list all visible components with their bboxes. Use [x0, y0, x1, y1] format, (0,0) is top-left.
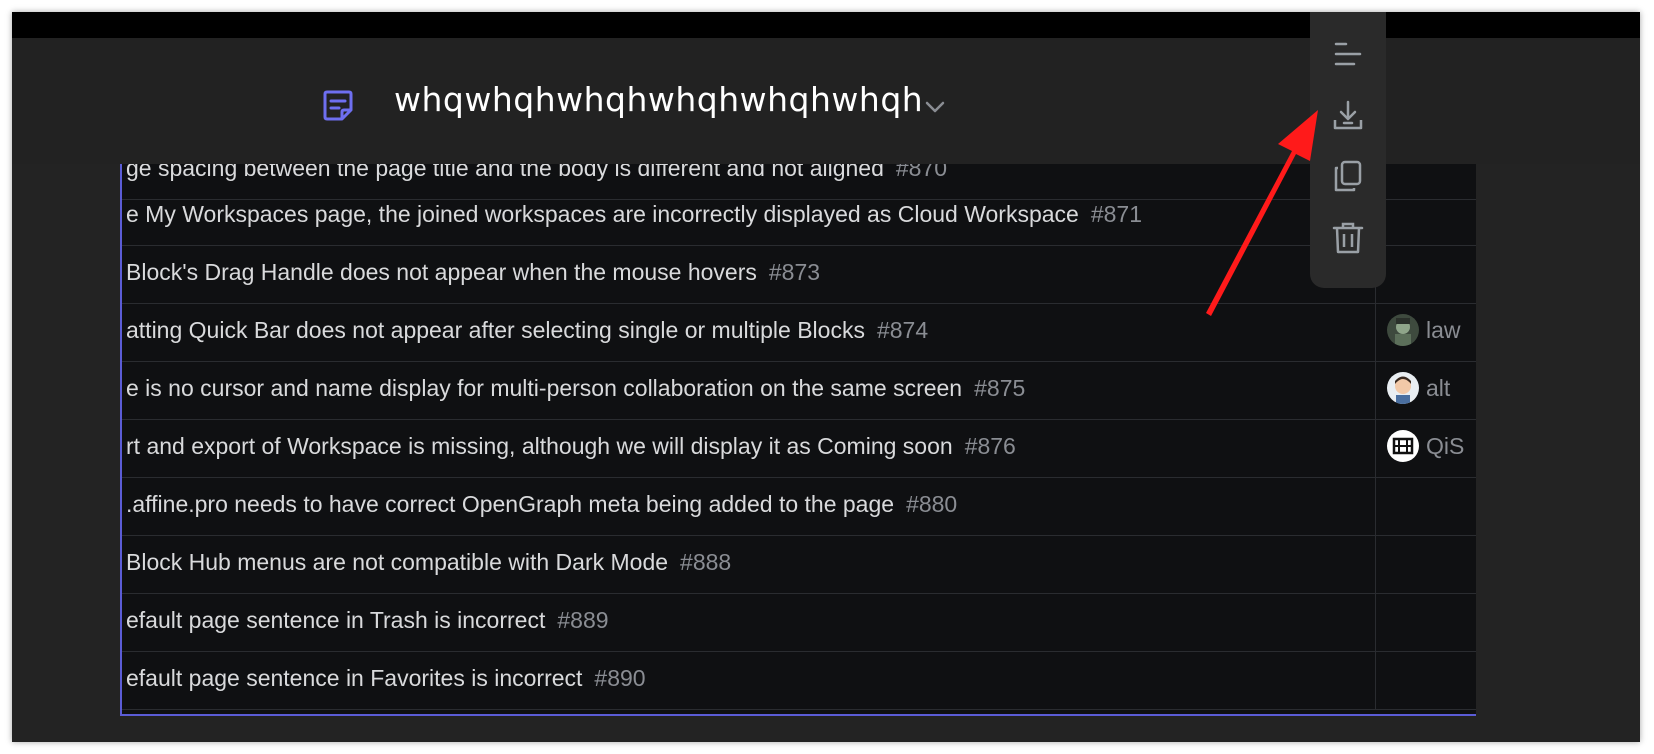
issue-number[interactable]: #876: [965, 433, 1016, 459]
issue-title: atting Quick Bar does not appear after s…: [126, 317, 865, 343]
issue-title: Block Hub menus are not compatible with …: [126, 549, 669, 575]
issue-title: efault page sentence in Trash is incorre…: [126, 607, 546, 633]
assignee-cell[interactable]: alt: [1375, 358, 1476, 419]
issue-title: rt and export of Workspace is missing, a…: [126, 433, 953, 459]
assignee-name: alt: [1426, 375, 1451, 401]
issue-number[interactable]: #873: [769, 259, 820, 285]
table-row[interactable]: efault page sentence in Trash is incorre…: [122, 590, 1476, 652]
align-left-icon[interactable]: [1330, 36, 1366, 72]
assignee-name: law: [1426, 317, 1461, 343]
assignee-cell[interactable]: [1375, 648, 1476, 709]
table-row[interactable]: Block Hub menus are not compatible with …: [122, 532, 1476, 594]
chevron-down-icon[interactable]: [922, 94, 948, 120]
issue-number[interactable]: #888: [680, 549, 731, 575]
copy-icon[interactable]: [1330, 158, 1366, 194]
table-row[interactable]: e My Workspaces page, the joined workspa…: [122, 184, 1476, 246]
issues-table: ge spacing between the page title and th…: [120, 162, 1476, 716]
table-row[interactable]: e is no cursor and name display for mult…: [122, 358, 1476, 420]
issue-title: Block's Drag Handle does not appear when…: [126, 259, 757, 285]
issue-number[interactable]: #871: [1091, 201, 1142, 227]
page-title[interactable]: whqwhqhwhqhwhqhwhqhwhqh: [394, 80, 923, 119]
issue-title: e is no cursor and name display for mult…: [126, 375, 963, 401]
table-row[interactable]: Block's Drag Handle does not appear when…: [122, 242, 1476, 304]
issue-title: ge spacing between the page title and th…: [126, 162, 884, 181]
issue-title: .affine.pro needs to have correct OpenGr…: [126, 491, 895, 517]
avatar: [1387, 372, 1419, 404]
issue-number[interactable]: #890: [594, 665, 645, 691]
issue-number[interactable]: #874: [877, 317, 928, 343]
assignee-cell[interactable]: [1375, 184, 1476, 245]
avatar: [1387, 314, 1419, 346]
page-actions-toolbar: [1310, 12, 1386, 288]
avatar: [1387, 430, 1419, 462]
table-row[interactable]: efault page sentence in Favorites is inc…: [122, 648, 1476, 710]
window-top-bar: [12, 12, 1640, 38]
assignee-cell[interactable]: law: [1375, 300, 1476, 361]
trash-icon[interactable]: [1330, 220, 1366, 256]
issue-title: efault page sentence in Favorites is inc…: [126, 665, 583, 691]
assignee-cell[interactable]: [1375, 242, 1476, 303]
assignee-cell[interactable]: [1375, 590, 1476, 651]
assignee-cell[interactable]: QiS: [1375, 416, 1476, 477]
issue-number[interactable]: #875: [974, 375, 1025, 401]
assignee-name: QiS: [1426, 433, 1465, 459]
issue-title: e My Workspaces page, the joined workspa…: [126, 201, 1079, 227]
issue-number[interactable]: #880: [906, 491, 957, 517]
app-window: ge spacing between the page title and th…: [12, 12, 1640, 742]
page-icon: [323, 90, 353, 121]
issue-number[interactable]: #889: [557, 607, 608, 633]
table-row[interactable]: atting Quick Bar does not appear after s…: [122, 300, 1476, 362]
table-row[interactable]: .affine.pro needs to have correct OpenGr…: [122, 474, 1476, 536]
assignee-cell[interactable]: [1375, 474, 1476, 535]
assignee-cell[interactable]: [1375, 532, 1476, 593]
page-header: whqwhqhwhqhwhqhwhqhwhqh: [12, 38, 1640, 164]
download-icon[interactable]: [1330, 98, 1366, 134]
table-row[interactable]: rt and export of Workspace is missing, a…: [122, 416, 1476, 478]
issue-number[interactable]: #870: [896, 162, 947, 181]
